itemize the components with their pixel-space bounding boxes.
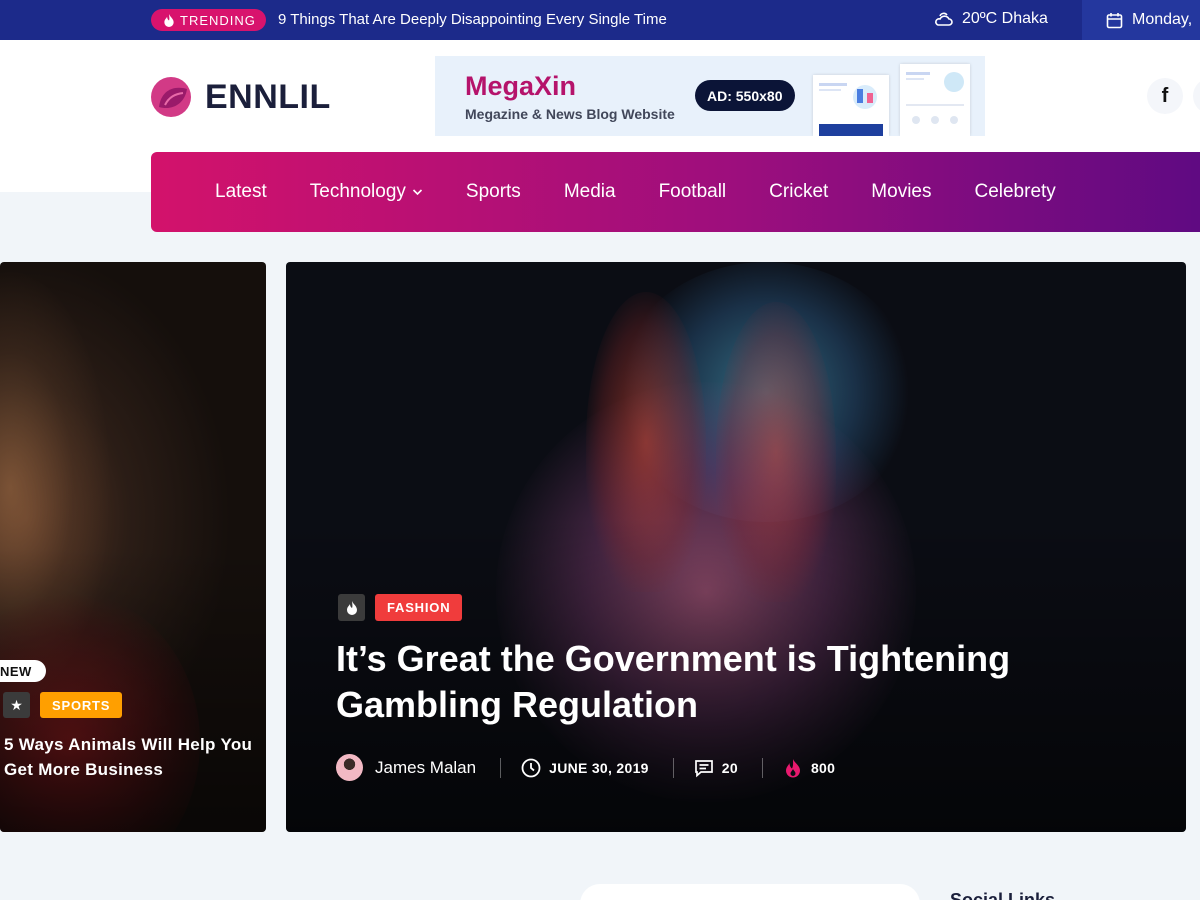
ad-banner[interactable]: MegaXin Megazine & News Blog Website AD:…: [435, 56, 985, 136]
nav-item-sports[interactable]: Sports: [466, 181, 521, 203]
nav-item-label: Movies: [871, 181, 932, 202]
nav-item-label: Cricket: [769, 181, 829, 202]
nav-item-label: Football: [658, 181, 727, 202]
nav-item-celebrety[interactable]: Celebrety: [974, 181, 1055, 203]
nav-item-cricket[interactable]: Cricket: [769, 181, 828, 203]
card-overlay: [286, 262, 1186, 832]
ad-screenshot-image: [813, 75, 889, 136]
nav-item-label: Celebrety: [974, 181, 1056, 202]
slider-card-featured[interactable]: FASHION It’s Great the Government is Tig…: [286, 262, 1186, 832]
logo-mark-icon: [151, 77, 191, 117]
calendar-icon: [1106, 12, 1123, 28]
slider-card-prev[interactable]: NEW ★ SPORTS 5 Ways Animals Will Help Yo…: [0, 262, 266, 832]
date-text: Monday,: [1132, 11, 1193, 28]
facebook-icon[interactable]: f: [1147, 78, 1183, 114]
nav-item-latest[interactable]: Latest: [215, 181, 267, 203]
social-button[interactable]: [1193, 78, 1200, 114]
nav-item-football[interactable]: Football: [659, 181, 727, 203]
trending-badge: TRENDING: [151, 9, 266, 31]
nav-item-label: Sports: [465, 181, 521, 202]
nav-item-label: Media: [563, 181, 616, 202]
site-logo[interactable]: ENNLIL: [151, 77, 331, 117]
new-badge: NEW: [0, 660, 46, 682]
nav-item-technology[interactable]: Technology: [310, 181, 423, 203]
meta-divider: [500, 757, 502, 778]
fire-icon: [338, 594, 365, 621]
comment-icon: [694, 759, 713, 777]
chevron-down-icon: [412, 189, 422, 196]
author-avatar: [336, 754, 363, 781]
trending-label: TRENDING: [180, 12, 256, 28]
search-input[interactable]: [580, 884, 920, 900]
author-name[interactable]: James Malan: [375, 758, 476, 778]
fire-icon: [164, 13, 174, 27]
nav-item-movies[interactable]: Movies: [871, 181, 931, 203]
category-tag-fashion[interactable]: FASHION: [375, 594, 463, 621]
article-date: JUNE 30, 2019: [549, 759, 649, 776]
ad-title: MegaXin: [465, 71, 577, 101]
article-title[interactable]: It’s Great the Government is Tightening …: [336, 636, 1116, 728]
clock-icon: [521, 758, 541, 777]
category-tag-sports[interactable]: SPORTS: [40, 692, 123, 718]
nav-item-label: Technology: [309, 181, 406, 202]
main-nav: Latest Technology Sports Media Football …: [151, 152, 1200, 232]
weather-text: 20ºC Dhaka: [962, 10, 1048, 27]
view-count: 800: [810, 759, 836, 776]
nav-item-media[interactable]: Media: [564, 181, 616, 203]
comment-count: 20: [721, 759, 738, 776]
ad-size-badge: AD: 550x80: [695, 80, 795, 111]
social-links-heading: Social Links: [950, 890, 1056, 900]
trending-headline-link[interactable]: 9 Things That Are Deeply Disappointing E…: [278, 11, 667, 28]
ad-subtitle: Megazine & News Blog Website: [465, 106, 675, 122]
article-meta: James Malan JUNE 30, 2019 20 800: [336, 754, 835, 781]
meta-divider: [761, 757, 763, 778]
star-icon: ★: [3, 692, 30, 718]
fire-icon: [785, 758, 800, 777]
article-title[interactable]: 5 Ways Animals Will Help You Get More Bu…: [4, 732, 254, 782]
ad-screenshot-image: [900, 64, 970, 136]
top-bar: TRENDING 9 Things That Are Deeply Disapp…: [0, 0, 1200, 40]
logo-text: ENNLIL: [205, 77, 331, 116]
cloud-sun-icon: [935, 12, 953, 26]
date-box: Monday,: [1082, 0, 1200, 40]
nav-item-label: Latest: [215, 181, 267, 202]
weather-widget: 20ºC Dhaka: [934, 10, 1048, 28]
meta-divider: [672, 757, 674, 778]
